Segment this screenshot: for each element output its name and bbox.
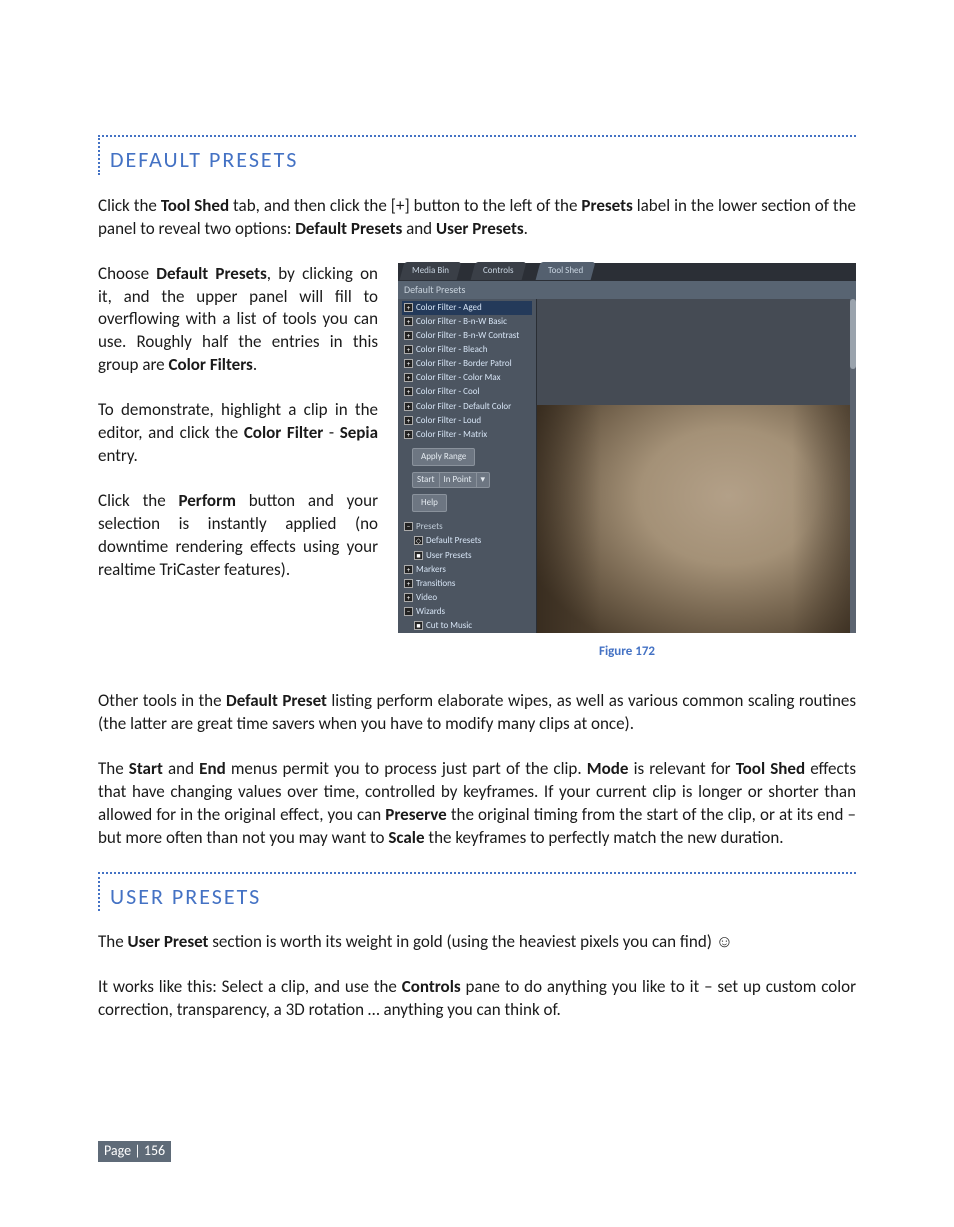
expand-icon: + [404, 331, 413, 340]
paragraph: Click the Perform button and your select… [98, 490, 378, 582]
help-button[interactable]: Help [412, 494, 447, 512]
tree-item[interactable]: ■User Presets [402, 549, 532, 563]
heading-text: USER PRESETS [110, 883, 261, 910]
expand-icon: + [404, 430, 413, 439]
panel-header-label: Default Presets [404, 283, 465, 297]
expand-icon: + [404, 345, 413, 354]
expand-icon: + [404, 303, 413, 312]
expand-icon: + [404, 402, 413, 411]
filter-item[interactable]: +Color Filter - Loud [402, 414, 532, 428]
filter-item[interactable]: +Color Filter - Color Max [402, 371, 532, 385]
start-value: In Point [439, 473, 476, 487]
paragraph: It works like this: Select a clip, and u… [98, 976, 856, 1022]
expand-icon: ◇ [414, 536, 423, 545]
panel-tabs: Media Bin Controls Tool Shed [398, 263, 856, 281]
page-number: Page | 156 [98, 1141, 171, 1162]
tab-controls[interactable]: Controls [471, 262, 526, 280]
paragraph: To demonstrate, highlight a clip in the … [98, 399, 378, 468]
expand-icon: + [404, 373, 413, 382]
apply-range-button[interactable]: Apply Range [412, 448, 475, 466]
section-heading-user-presets: USER PRESETS [98, 872, 856, 912]
filter-item[interactable]: +Color Filter - Cool [402, 385, 532, 399]
scrollbar[interactable] [850, 299, 856, 633]
heading-text: DEFAULT PRESETS [110, 146, 298, 173]
panel-header: Default Presets [398, 281, 856, 299]
section-heading-default-presets: DEFAULT PRESETS [98, 135, 856, 175]
preview-image [537, 405, 856, 633]
tab-tool-shed[interactable]: Tool Shed [535, 262, 595, 280]
expand-icon: ■ [414, 621, 423, 630]
filter-item[interactable]: +Color Filter - Bleach [402, 343, 532, 357]
tab-media-bin[interactable]: Media Bin [400, 262, 462, 280]
tree-item[interactable]: −Presets [402, 520, 532, 534]
expand-icon: + [404, 416, 413, 425]
tree-item[interactable]: +Video [402, 591, 532, 605]
expand-icon: + [404, 565, 413, 574]
filter-item[interactable]: +Color Filter - Default Color [402, 400, 532, 414]
tree-item[interactable]: +Markers [402, 563, 532, 577]
start-label: Start [413, 474, 439, 486]
expand-icon: + [404, 317, 413, 326]
filter-item[interactable]: +Color Filter - Aged [402, 301, 532, 315]
expand-icon: + [404, 593, 413, 602]
expand-icon: + [404, 387, 413, 396]
filter-item[interactable]: +Color Filter - B-n-W Contrast [402, 329, 532, 343]
figure-caption: Figure 172 [398, 643, 856, 661]
tree-item[interactable]: −Wizards [402, 605, 532, 619]
help-row: Help [412, 494, 532, 512]
start-select[interactable]: Start In Point ▾ [412, 472, 490, 488]
chevron-down-icon: ▾ [476, 473, 490, 487]
paragraph: The Start and End menus permit you to pr… [98, 758, 856, 850]
expand-icon: − [404, 607, 413, 616]
paragraph: The User Preset section is worth its wei… [98, 931, 856, 954]
start-select-row: Start In Point ▾ [412, 472, 532, 488]
tree-item[interactable]: ◇Default Presets [402, 534, 532, 548]
filter-list: +Color Filter - Aged+Color Filter - B-n-… [402, 301, 532, 442]
expand-icon: − [404, 522, 413, 531]
figure-wrapper: Media Bin Controls Tool Shed Default Prese… [398, 263, 856, 681]
expand-icon: + [404, 579, 413, 588]
paragraph: Choose Default Presets, by clicking on i… [98, 263, 378, 378]
tree-item[interactable]: +Transitions [402, 577, 532, 591]
apply-range-row: Apply Range [412, 448, 532, 466]
expand-icon: + [404, 359, 413, 368]
paragraph: Other tools in the Default Preset listin… [98, 690, 856, 736]
toolshed-panel-screenshot: Media Bin Controls Tool Shed Default Prese… [398, 263, 856, 633]
expand-icon: ■ [414, 551, 423, 560]
filter-item[interactable]: +Color Filter - B-n-W Basic [402, 315, 532, 329]
panel-preview [536, 299, 856, 633]
tree-item[interactable]: ■Cut to Music [402, 619, 532, 632]
panel-left-column: +Color Filter - Aged+Color Filter - B-n-… [398, 299, 536, 633]
lower-tree: −Presets◇Default Presets■User Presets+Ma… [402, 520, 532, 632]
paragraph: Click the Tool Shed tab, and then click … [98, 195, 856, 241]
filter-item[interactable]: +Color Filter - Matrix [402, 428, 532, 442]
filter-item[interactable]: +Color Filter - Border Patrol [402, 357, 532, 371]
